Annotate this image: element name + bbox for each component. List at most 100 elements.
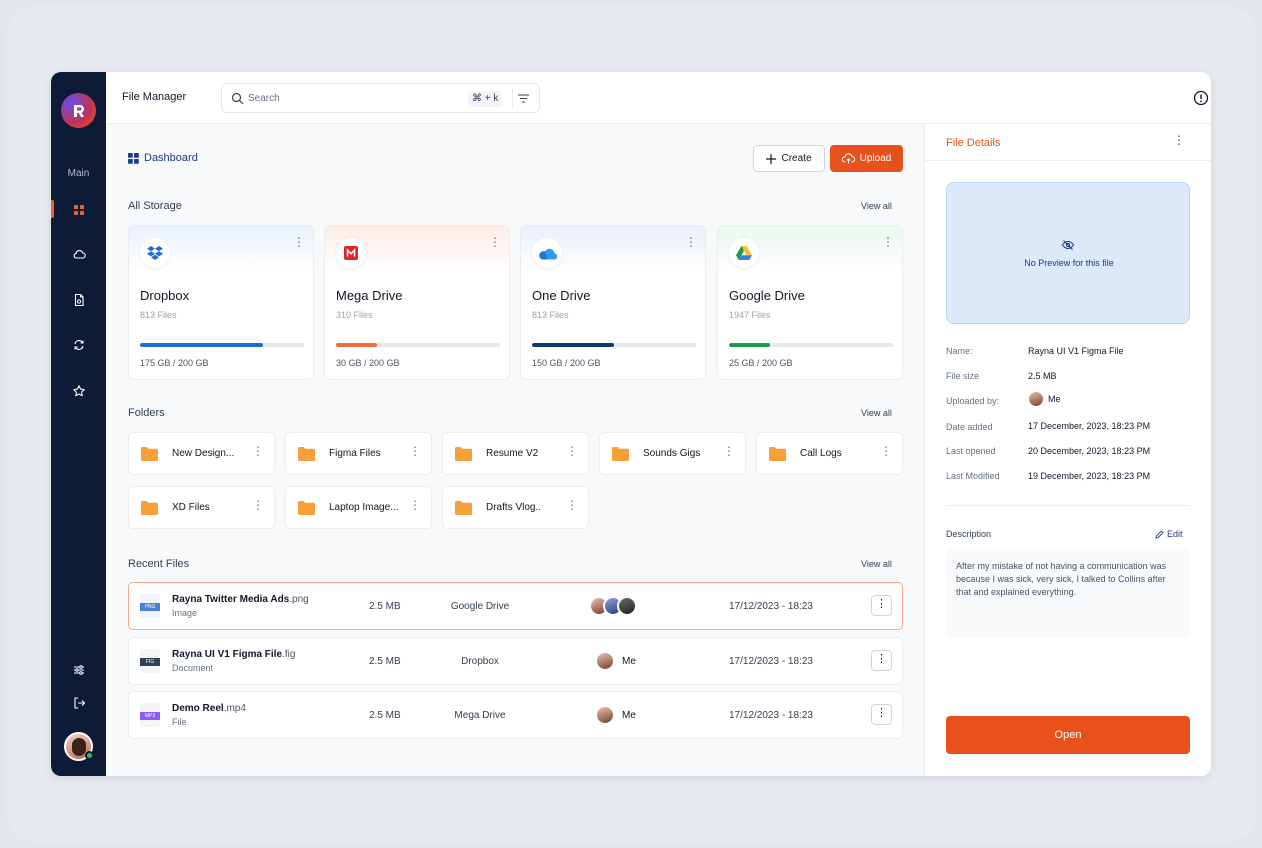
logo-mark-icon xyxy=(73,104,84,117)
meta-value-uploader: Me xyxy=(1028,391,1061,407)
storage-usage: 25 GB / 200 GB xyxy=(729,358,793,368)
sidebar-item-cloud[interactable] xyxy=(51,242,106,266)
file-type-icon: FIG xyxy=(140,649,160,673)
folder-item[interactable]: Laptop Image... ⋮ xyxy=(285,486,432,529)
folder-item[interactable]: Sounds Gigs ⋮ xyxy=(599,432,746,475)
folder-item[interactable]: XD Files ⋮ xyxy=(128,486,275,529)
folder-name: Laptop Image... xyxy=(329,502,399,513)
storage-progress-track xyxy=(532,343,696,347)
file-name: Rayna Twitter Media Ads.png xyxy=(172,594,309,605)
storage-card-google-drive[interactable]: ⋮ Google Drive 1947 Files 25 GB / 200 GB xyxy=(717,225,903,380)
details-more-icon[interactable]: ⋮ xyxy=(1173,133,1185,147)
brand-logo xyxy=(140,238,170,268)
sidebar: Main xyxy=(51,72,106,776)
folder-item[interactable]: Figma Files ⋮ xyxy=(285,432,432,475)
storage-usage: 150 GB / 200 GB xyxy=(532,358,601,368)
file-owner: Me xyxy=(595,705,636,725)
description-label: Description xyxy=(946,529,992,539)
more-options-icon[interactable]: ⋮ xyxy=(685,236,697,248)
folder-item[interactable]: Call Logs ⋮ xyxy=(756,432,903,475)
recent-files-section-title: Recent Files xyxy=(128,558,190,570)
brand-logo xyxy=(532,238,562,268)
owner-name: Me xyxy=(622,655,636,667)
filter-button[interactable] xyxy=(512,88,534,108)
storage-view-all-link[interactable]: View all xyxy=(861,201,892,211)
table-row[interactable]: FIG Rayna UI V1 Figma File.fig Document … xyxy=(128,637,903,685)
file-name-base: Demo Reel xyxy=(172,703,224,714)
file-name: Rayna UI V1 Figma File.fig xyxy=(172,649,295,660)
search-shortcut: ⌘ + k xyxy=(468,91,503,107)
avatar xyxy=(595,705,615,725)
file-kind: Image xyxy=(172,608,198,618)
open-button[interactable]: Open xyxy=(946,716,1190,754)
dropbox-icon xyxy=(147,246,163,260)
shared-avatars xyxy=(589,596,637,616)
recent-files-view-all-link[interactable]: View all xyxy=(861,559,892,569)
folder-icon xyxy=(298,501,315,515)
file-location: Mega Drive xyxy=(454,710,506,721)
mega-icon xyxy=(344,246,358,260)
more-options-icon[interactable]: ⋮ xyxy=(566,444,578,458)
more-options-icon[interactable]: ⋮ xyxy=(252,444,264,458)
online-status-dot xyxy=(85,751,94,760)
user-avatar[interactable] xyxy=(64,732,94,761)
meta-value: 17 December, 2023, 18:23 PM xyxy=(1028,421,1151,431)
folders-view-all-link[interactable]: View all xyxy=(861,408,892,418)
dashboard-grid-icon xyxy=(128,152,139,164)
table-row[interactable]: PNG Rayna Twitter Media Ads.png Image 2.… xyxy=(128,582,903,630)
search-bar[interactable]: Search ⌘ + k xyxy=(221,83,540,113)
row-more-button[interactable]: ⋮ xyxy=(871,595,892,616)
create-button-label: Create xyxy=(781,153,812,164)
edit-description-button[interactable]: Edit xyxy=(1155,529,1183,539)
storage-card-onedrive[interactable]: ⋮ One Drive 813 Files 150 GB / 200 GB xyxy=(520,225,706,380)
sidebar-item-documents[interactable] xyxy=(51,288,106,312)
more-options-icon[interactable]: ⋮ xyxy=(409,444,421,458)
folder-item[interactable]: New Design... ⋮ xyxy=(128,432,275,475)
avatar xyxy=(1028,391,1044,407)
description-text[interactable]: After my mistake of not having a communi… xyxy=(946,549,1190,638)
meta-value: 20 December, 2023, 18:23 PM xyxy=(1028,446,1151,456)
storage-section-title: All Storage xyxy=(128,200,182,212)
breadcrumb[interactable]: Dashboard xyxy=(128,152,198,164)
more-options-icon[interactable]: ⋮ xyxy=(489,236,501,248)
info-icon[interactable] xyxy=(1192,89,1210,107)
more-options-icon[interactable]: ⋮ xyxy=(882,236,894,248)
upload-button[interactable]: Upload xyxy=(830,145,903,172)
more-options-icon[interactable]: ⋮ xyxy=(566,498,578,512)
more-options-icon[interactable]: ⋮ xyxy=(293,236,305,248)
app-logo[interactable] xyxy=(61,93,96,128)
storage-card-mega[interactable]: ⋮ Mega Drive 310 Files 30 GB / 200 GB xyxy=(324,225,510,380)
folder-item[interactable]: Drafts Vlog.. ⋮ xyxy=(442,486,589,529)
row-more-button[interactable]: ⋮ xyxy=(871,704,892,725)
create-button[interactable]: Create xyxy=(753,145,825,172)
table-row[interactable]: MP3 Demo Reel.mp4 File 2.5 MB Mega Drive… xyxy=(128,691,903,739)
cloud-icon xyxy=(73,250,86,259)
more-options-icon[interactable]: ⋮ xyxy=(252,498,264,512)
sync-icon xyxy=(73,340,84,350)
avatar xyxy=(595,651,615,671)
sidebar-item-settings[interactable] xyxy=(51,658,106,682)
more-options-icon[interactable]: ⋮ xyxy=(723,444,735,458)
meta-label: Last opened xyxy=(946,446,996,456)
more-options-icon[interactable]: ⋮ xyxy=(880,444,892,458)
sidebar-item-favorites[interactable] xyxy=(51,379,106,403)
search-input[interactable]: Search xyxy=(248,93,280,104)
sidebar-item-logout[interactable] xyxy=(51,691,106,715)
folder-name: Sounds Gigs xyxy=(643,448,701,459)
sidebar-item-dashboard[interactable] xyxy=(51,198,106,222)
folder-name: New Design... xyxy=(172,448,235,459)
folder-icon xyxy=(455,447,472,461)
divider xyxy=(925,160,1211,161)
preview-text: No Preview for this file xyxy=(1024,258,1114,268)
sidebar-section-label: Main xyxy=(67,168,90,179)
row-more-button[interactable]: ⋮ xyxy=(871,650,892,671)
folder-item[interactable]: Resume V2 ⋮ xyxy=(442,432,589,475)
meta-label: File size xyxy=(946,371,980,381)
owner-name: Me xyxy=(622,709,636,721)
more-options-icon[interactable]: ⋮ xyxy=(409,498,421,512)
file-name-base: Rayna UI V1 Figma File xyxy=(172,649,283,660)
sidebar-item-sync[interactable] xyxy=(51,333,106,357)
storage-card-dropbox[interactable]: ⋮ Dropbox 813 Files 175 GB / 200 GB xyxy=(128,225,314,380)
file-date: 17/12/2023 - 18:23 xyxy=(729,656,813,667)
storage-progress-fill xyxy=(140,343,263,347)
